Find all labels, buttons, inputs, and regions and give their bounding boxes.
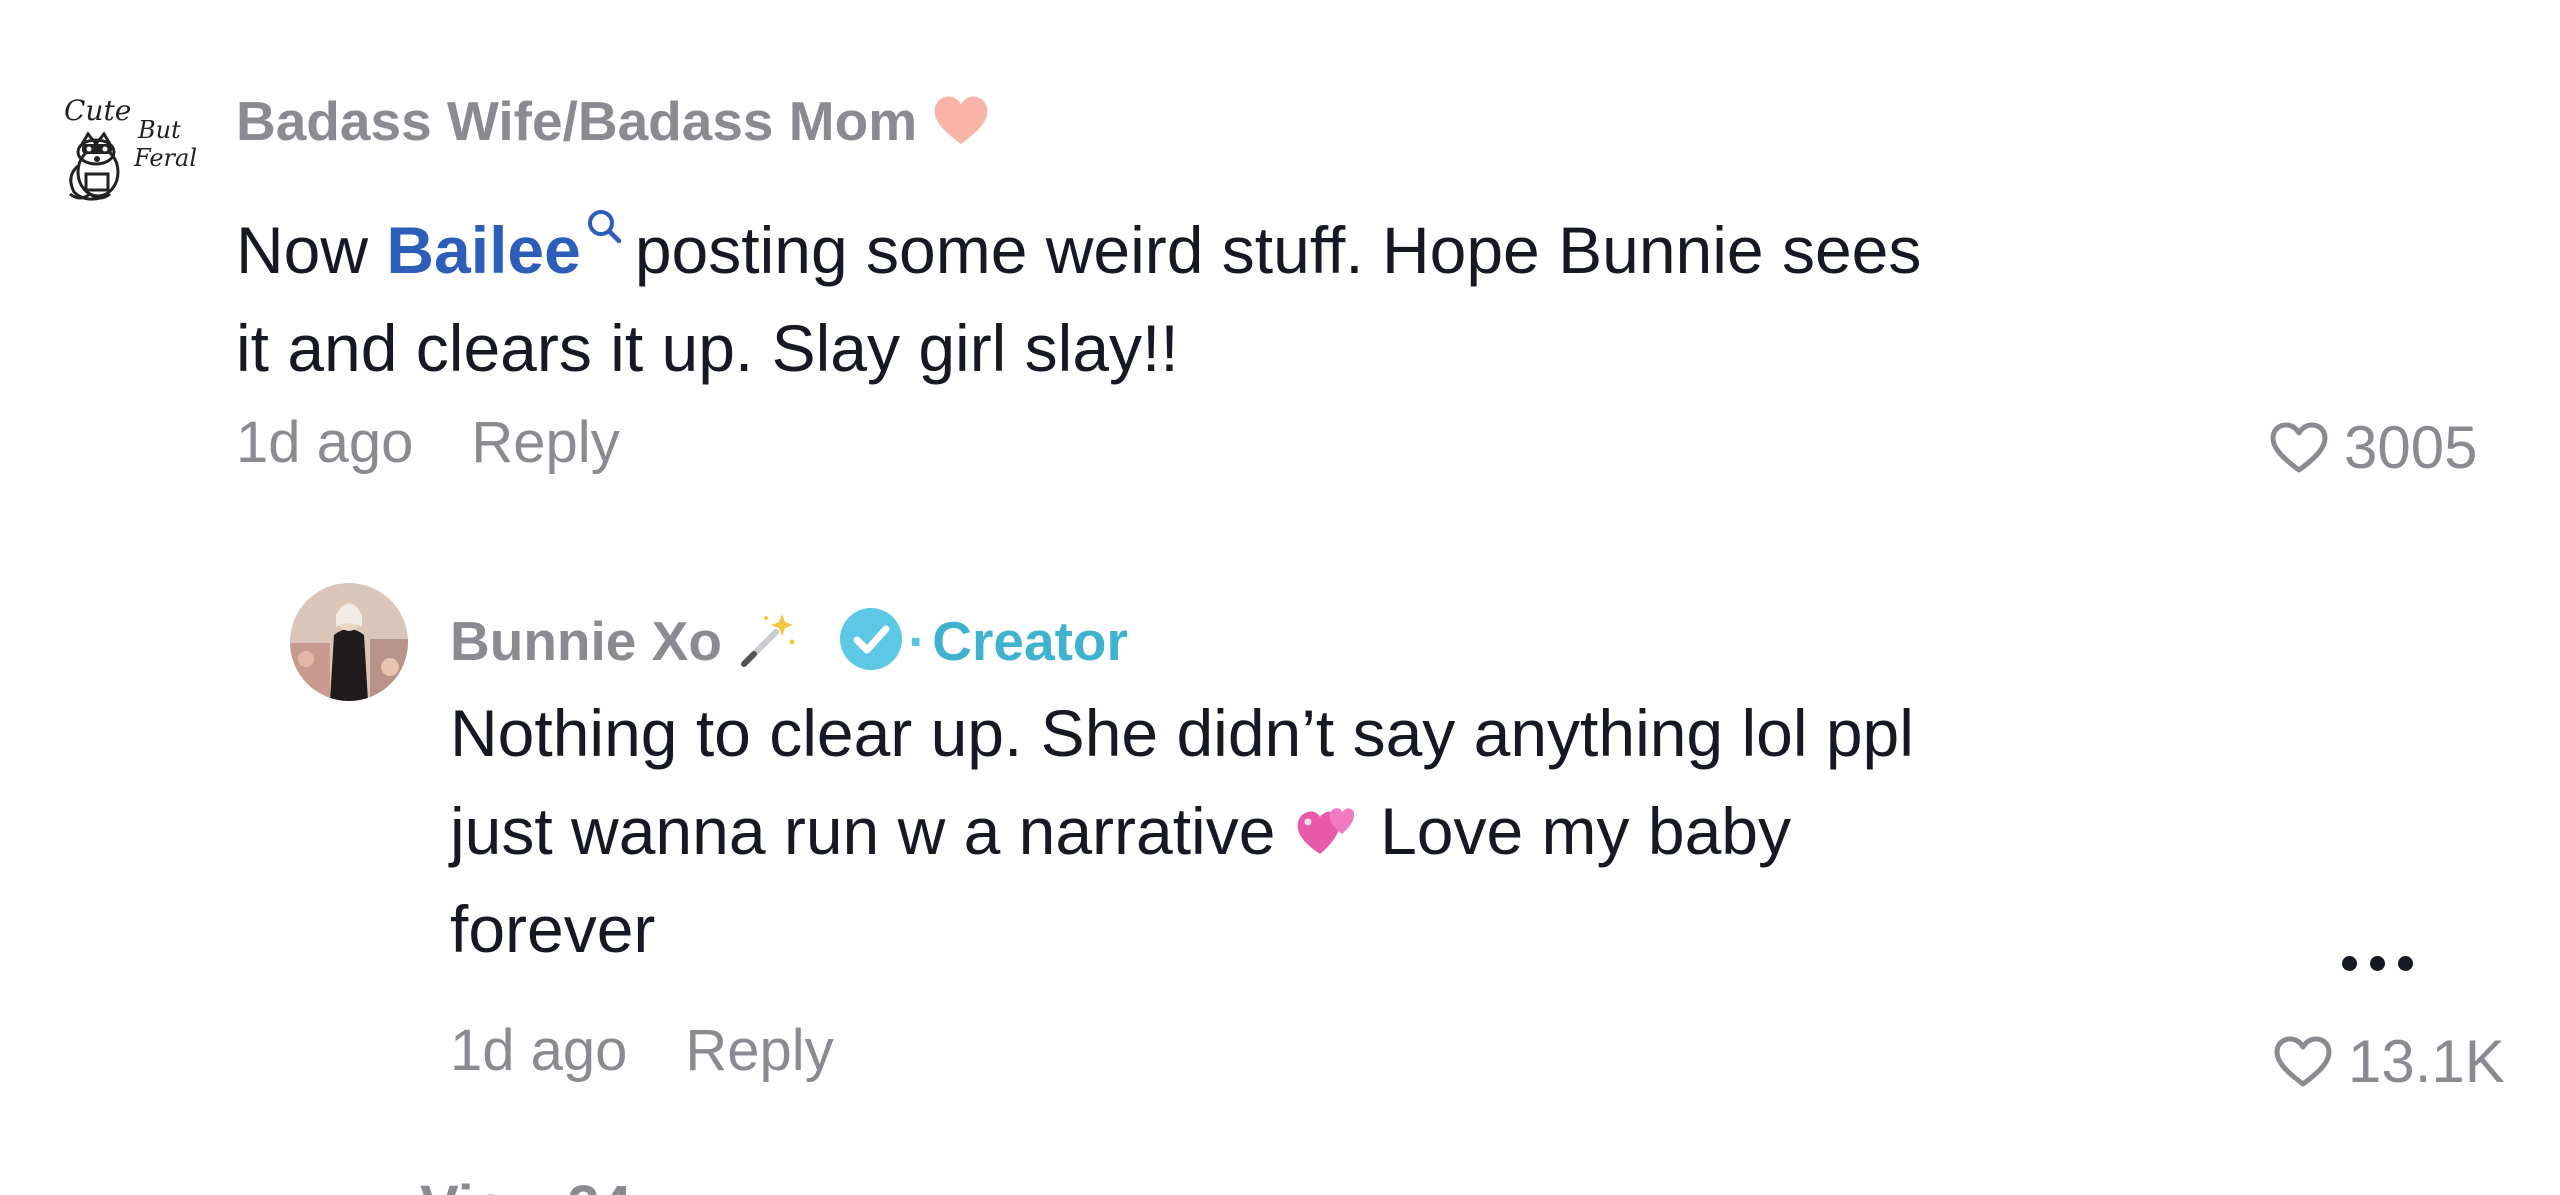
timestamp: 1d ago — [236, 410, 414, 475]
badge-separator: · — [907, 610, 927, 672]
comment-username[interactable]: Badass Wife/Badass Mom — [236, 92, 991, 149]
mention-link[interactable]: Bailee — [386, 213, 580, 287]
comment-text-segment: just wanna run w a narrative — [450, 794, 1276, 868]
reply-username[interactable]: Bunnie Xo · Creator — [450, 606, 1128, 672]
username-label: Badass Wife/Badass Mom — [236, 90, 918, 152]
reply-text: Nothing to clear up. She didn’t say anyt… — [450, 684, 1914, 978]
reply-button[interactable]: Reply — [685, 1018, 833, 1083]
view-more-replies-button[interactable]: View 24 — [420, 1178, 632, 1195]
comment-meta: 1d ago Reply — [236, 414, 620, 472]
more-dot — [2398, 956, 2413, 971]
avatar-logo-text: Cute — [64, 94, 131, 127]
timestamp: 1d ago — [450, 1018, 628, 1083]
two-hearts-emoji-icon — [1294, 790, 1362, 854]
reply-button[interactable]: Reply — [471, 410, 619, 475]
comment-text-segment: forever — [450, 892, 656, 966]
comments-panel: Cute But Feral Badass Wife/Badass Mom No… — [0, 0, 2560, 1195]
comment-text-segment: Now — [236, 213, 387, 287]
more-dot — [2342, 956, 2357, 971]
like-count: 13.1K — [2348, 1028, 2505, 1095]
avatar-logo-text: But — [137, 116, 181, 144]
avatar-logo-text: Feral — [133, 144, 196, 172]
comment-text-segment: it and clears it up. Slay girl slay!! — [236, 311, 1179, 385]
heart-outline-icon — [2274, 1036, 2332, 1087]
verified-badge-icon — [838, 606, 904, 672]
heart-outline-icon — [2270, 422, 2328, 473]
comment-text-segment: Love my baby — [1361, 794, 1791, 868]
creator-badge: Creator — [932, 610, 1128, 672]
search-icon[interactable] — [585, 173, 623, 244]
heart-emoji-icon — [931, 92, 991, 148]
comment-text-segment: Nothing to clear up. She didn’t say anyt… — [450, 696, 1914, 770]
comment-text: Now Bailee posting some weird stuff. Hope… — [236, 173, 1921, 397]
more-dot — [2370, 956, 2385, 971]
more-options-button[interactable] — [2342, 956, 2413, 971]
avatar[interactable] — [290, 583, 408, 701]
like-count: 3005 — [2344, 414, 2478, 481]
comment-text-segment: posting some weird stuff. Hope Bunnie se… — [634, 213, 1922, 287]
like-button[interactable]: 13.1K — [2272, 1032, 2505, 1092]
reply-meta: 1d ago Reply — [450, 1022, 834, 1080]
like-button[interactable]: 3005 — [2268, 418, 2477, 478]
username-label: Bunnie Xo — [450, 610, 722, 672]
avatar[interactable]: Cute But Feral — [48, 82, 197, 212]
magic-wand-emoji-icon — [736, 608, 798, 670]
